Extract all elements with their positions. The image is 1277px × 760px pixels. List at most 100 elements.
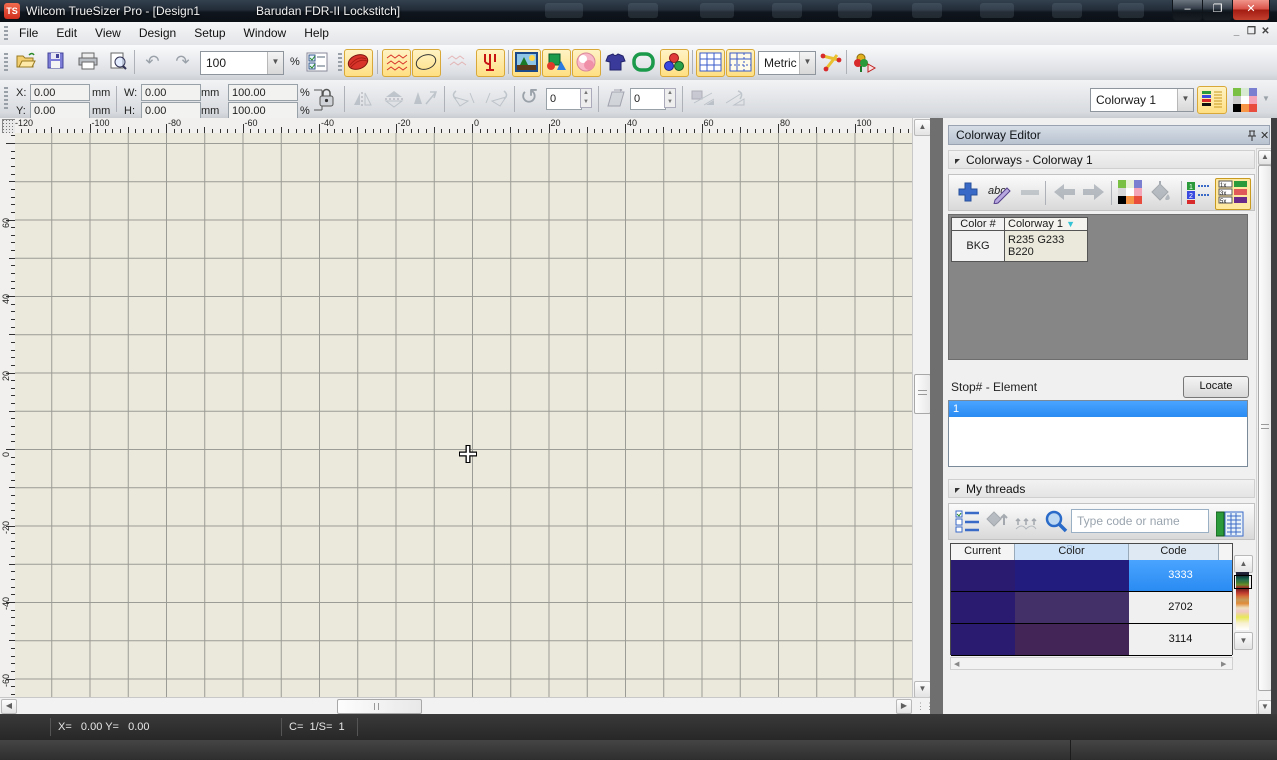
colorway-table-col1-header[interactable]: Color # [952,218,1005,231]
panel-title-bar[interactable]: Colorway Editor ✕ [948,125,1270,145]
view-by-stop-button[interactable]: 12 [1185,178,1215,208]
thread-code-cell[interactable]: 3333 [1129,560,1232,591]
scale-w-input[interactable] [228,84,298,101]
thread-search-input[interactable] [1071,509,1209,533]
thread-code-cell[interactable]: 2702 [1129,592,1232,623]
redo-button[interactable]: ↷ [169,49,196,76]
next-colorway-button[interactable] [1079,178,1109,208]
thread-table-hscrollbar[interactable]: ◀ ▶ [950,657,1233,670]
edit-colors-button[interactable] [1115,178,1145,208]
skew-input[interactable] [630,88,666,110]
my-threads-section-header[interactable]: My threads [948,479,1255,498]
canvas-horizontal-scrollbar[interactable]: ◀ ▶ ⋮⋮ [0,697,930,714]
rotate-by-icon[interactable]: ↺ [520,84,538,110]
colorways-section-header[interactable]: Colorways - Colorway 1 [948,150,1255,169]
show-rulers-guides-button[interactable] [726,49,755,77]
fill-color-button[interactable] [1145,178,1175,208]
colorway-table-col2-header[interactable]: Colorway 1 ▼ [1005,218,1088,231]
open-button[interactable] [12,49,39,76]
strip-down-arrow[interactable]: ▼ [1234,632,1253,650]
strip-thumb[interactable] [1234,575,1252,589]
thread-chart-list-button[interactable] [1215,508,1245,538]
thread-col-code[interactable]: Code [1129,544,1219,560]
close-button[interactable]: ✕ [1232,0,1270,21]
bkg-row-value[interactable]: R235 G233 B220 [1005,231,1088,262]
panel-scroll-thumb[interactable] [1258,165,1272,691]
view-stitches-button[interactable] [382,49,411,77]
horizontal-scroll-thumb[interactable] [337,699,422,714]
thread-color-swatch[interactable] [1015,624,1129,655]
view-artistic-button[interactable] [344,49,373,77]
mirror-vertical-icon[interactable] [382,89,408,112]
rotate-spinner[interactable]: ▲▼ [580,88,592,108]
x-input[interactable] [30,84,90,101]
minimize-button[interactable]: – [1172,0,1203,21]
colorway-editor-toggle-button[interactable] [1197,86,1227,114]
undo-button[interactable]: ↶ [139,49,166,76]
chevron-down-icon[interactable]: ▼ [1262,94,1270,103]
menu-file[interactable]: File [10,22,47,45]
rotate-left-45-icon[interactable] [450,89,478,112]
panel-close-icon[interactable]: ✕ [1260,127,1269,145]
chevron-down-icon[interactable]: ▼ [799,52,815,74]
scroll-up-arrow[interactable]: ▲ [914,119,931,136]
stitch-count-icon[interactable] [690,89,716,112]
color-palette-button[interactable] [1233,88,1257,115]
thread-code-cell[interactable]: 3114 [1129,624,1232,655]
zoom-combobox[interactable]: 100▼ [200,51,284,75]
vertical-ruler[interactable]: -60-40-200204060 [0,133,16,697]
toolbar-grip[interactable] [4,87,8,111]
rotate-input[interactable] [546,88,582,110]
menu-help[interactable]: Help [295,22,338,45]
scroll-left-arrow[interactable]: ◀ [1,699,17,714]
chevron-down-icon[interactable]: ▼ [1177,89,1193,111]
scroll-up-arrow[interactable]: ▲ [1258,150,1272,165]
strip-up-arrow[interactable]: ▲ [1234,555,1253,573]
menu-setup[interactable]: Setup [185,22,234,45]
stitch-player-button[interactable] [851,49,878,76]
stop-list-item[interactable]: 1 [949,401,1247,417]
chevron-down-icon[interactable]: ▼ [267,52,283,74]
menu-window[interactable]: Window [235,22,296,45]
show-bitmap-button[interactable] [512,49,541,77]
show-appliques-button[interactable] [572,49,601,77]
restore-button[interactable]: ❐ [1202,0,1233,21]
design-canvas[interactable] [15,133,912,697]
previous-colorway-button[interactable] [1049,178,1079,208]
units-combobox[interactable]: Metric▼ [758,51,816,75]
mirror-merge-icon[interactable] [412,89,438,112]
thread-strip-scrollbar[interactable]: ▲ ▼ [1234,555,1253,648]
colorway-combobox[interactable]: Colorway 1▼ [1090,88,1194,112]
menu-edit[interactable]: Edit [47,22,86,45]
vertical-scroll-thumb[interactable] [914,374,931,414]
canvas-vertical-scrollbar[interactable]: ▲ ▼ [912,118,930,697]
delete-colorway-button[interactable] [1015,178,1045,208]
search-icon[interactable] [1041,507,1071,537]
add-colorway-button[interactable] [953,178,983,208]
show-hoop-button[interactable] [630,49,657,76]
stop-element-list[interactable]: 1 [948,400,1248,467]
show-garment-button[interactable] [602,49,629,76]
panel-splitter[interactable] [930,118,943,714]
thread-table[interactable]: Current Color Code ▽ 333327023114 [950,543,1233,655]
save-button[interactable] [42,49,69,76]
proportional-lock-icon[interactable] [312,84,334,119]
toolbar-grip[interactable] [4,26,8,41]
panel-vertical-scrollbar[interactable]: ▲ ▼ [1256,148,1272,714]
h-input[interactable] [141,102,201,119]
menu-view[interactable]: View [86,22,130,45]
rename-colorway-button[interactable]: abc [985,178,1015,208]
assign-all-threads-button[interactable] [1013,507,1043,537]
view-by-color-button[interactable]: 1x3x5x [1215,178,1251,210]
rotate-right-45-icon[interactable] [482,89,510,112]
machine-functions-button[interactable] [476,49,505,77]
skew-icon[interactable] [604,89,628,112]
scroll-left-arrow[interactable]: ◀ [954,660,959,668]
toolbar-grip[interactable] [338,53,342,73]
horizontal-ruler[interactable]: -120-100-80-60-40-20020406080100 [15,118,912,134]
bkg-row-label[interactable]: BKG [952,231,1005,262]
print-preview-button[interactable] [104,49,131,76]
show-grid-button[interactable] [696,49,725,77]
mdi-restore-icon[interactable]: ❐ [1245,26,1258,39]
measure-button[interactable] [818,49,845,76]
